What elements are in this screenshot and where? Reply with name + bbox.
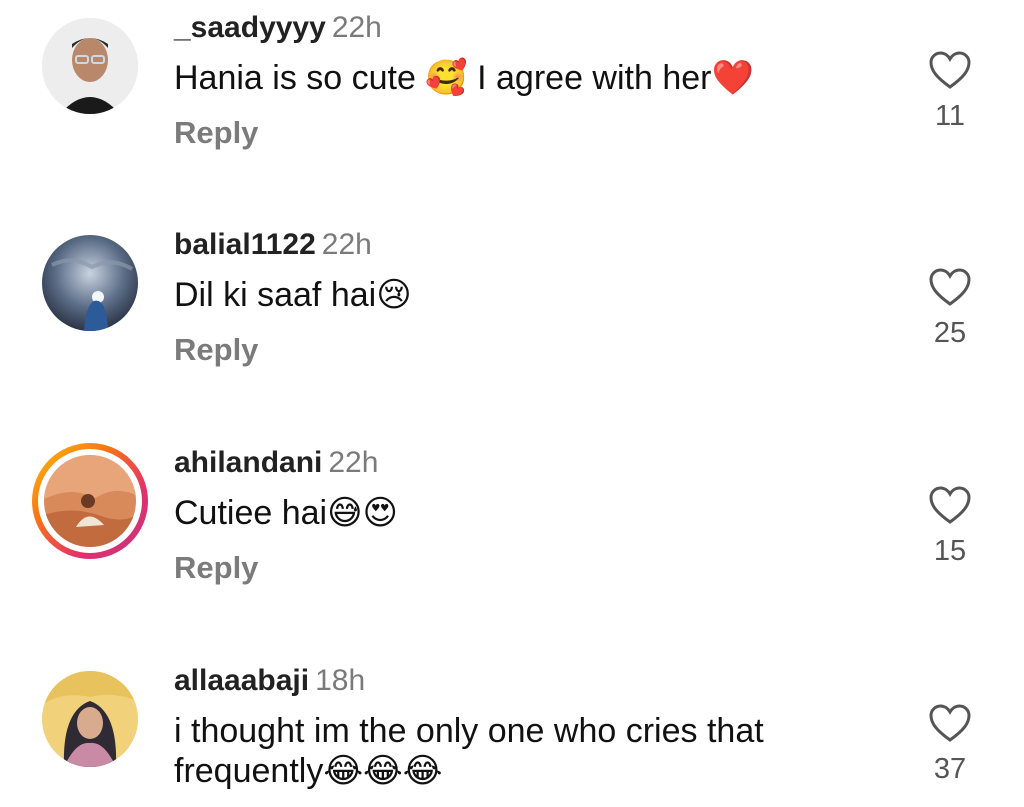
like-control: 11 bbox=[918, 50, 982, 133]
avatar[interactable] bbox=[42, 18, 138, 114]
comments-list: _saadyyyy 22h Hania is so cute 🥰 I agree … bbox=[0, 0, 1024, 807]
user-photo-icon bbox=[44, 455, 136, 547]
like-count: 15 bbox=[933, 535, 967, 567]
username[interactable]: ahilandani bbox=[174, 446, 322, 479]
comment-item: balial1122 22h Dil ki saaf hai😢 Reply 25 bbox=[0, 217, 1024, 417]
timestamp: 18h bbox=[315, 664, 366, 697]
comment-meta: ahilandani 22h bbox=[174, 443, 378, 483]
comment-text: Cutiee hai😅😍 bbox=[174, 494, 398, 532]
user-photo-icon bbox=[42, 235, 138, 331]
comment-item: allaaabaji 18h i thought im the only one … bbox=[0, 653, 1024, 807]
username[interactable]: _saadyyyy bbox=[174, 11, 326, 44]
like-count: 11 bbox=[934, 100, 966, 132]
like-count: 37 bbox=[933, 753, 967, 785]
heart-outline-icon[interactable] bbox=[928, 703, 972, 743]
timestamp: 22h bbox=[331, 11, 382, 44]
reply-button[interactable]: Reply bbox=[174, 332, 258, 368]
reply-button[interactable]: Reply bbox=[174, 550, 258, 586]
comment-meta: allaaabaji 18h bbox=[174, 661, 365, 701]
avatar-photo bbox=[44, 455, 136, 547]
comment-text: Hania is so cute 🥰 I agree with her❤️ bbox=[174, 59, 754, 97]
avatar[interactable] bbox=[42, 671, 138, 767]
user-photo-icon bbox=[42, 671, 138, 767]
like-control: 37 bbox=[918, 703, 982, 786]
timestamp: 22h bbox=[328, 446, 379, 479]
heart-outline-icon[interactable] bbox=[928, 267, 972, 307]
like-control: 15 bbox=[918, 485, 982, 568]
username[interactable]: balial1122 bbox=[174, 228, 316, 261]
comment-text: Dil ki saaf hai😢 bbox=[174, 276, 412, 314]
like-control: 25 bbox=[918, 267, 982, 350]
avatar[interactable] bbox=[32, 443, 148, 559]
username[interactable]: allaaabaji bbox=[174, 664, 309, 697]
user-photo-icon bbox=[42, 18, 138, 114]
avatar[interactable] bbox=[42, 235, 138, 331]
comment-item: ahilandani 22h Cutiee hai😅😍 Reply 15 bbox=[0, 435, 1024, 635]
comment-item: _saadyyyy 22h Hania is so cute 🥰 I agree … bbox=[0, 0, 1024, 200]
comment-meta: _saadyyyy 22h bbox=[174, 8, 382, 48]
heart-outline-icon[interactable] bbox=[928, 485, 972, 525]
comment-text: i thought im the only one who cries that… bbox=[174, 712, 764, 790]
heart-outline-icon[interactable] bbox=[928, 50, 972, 90]
reply-button[interactable]: Reply bbox=[174, 115, 258, 151]
timestamp: 22h bbox=[321, 228, 372, 261]
comment-meta: balial1122 22h bbox=[174, 225, 372, 265]
story-ring bbox=[38, 449, 142, 553]
like-count: 25 bbox=[933, 317, 967, 349]
